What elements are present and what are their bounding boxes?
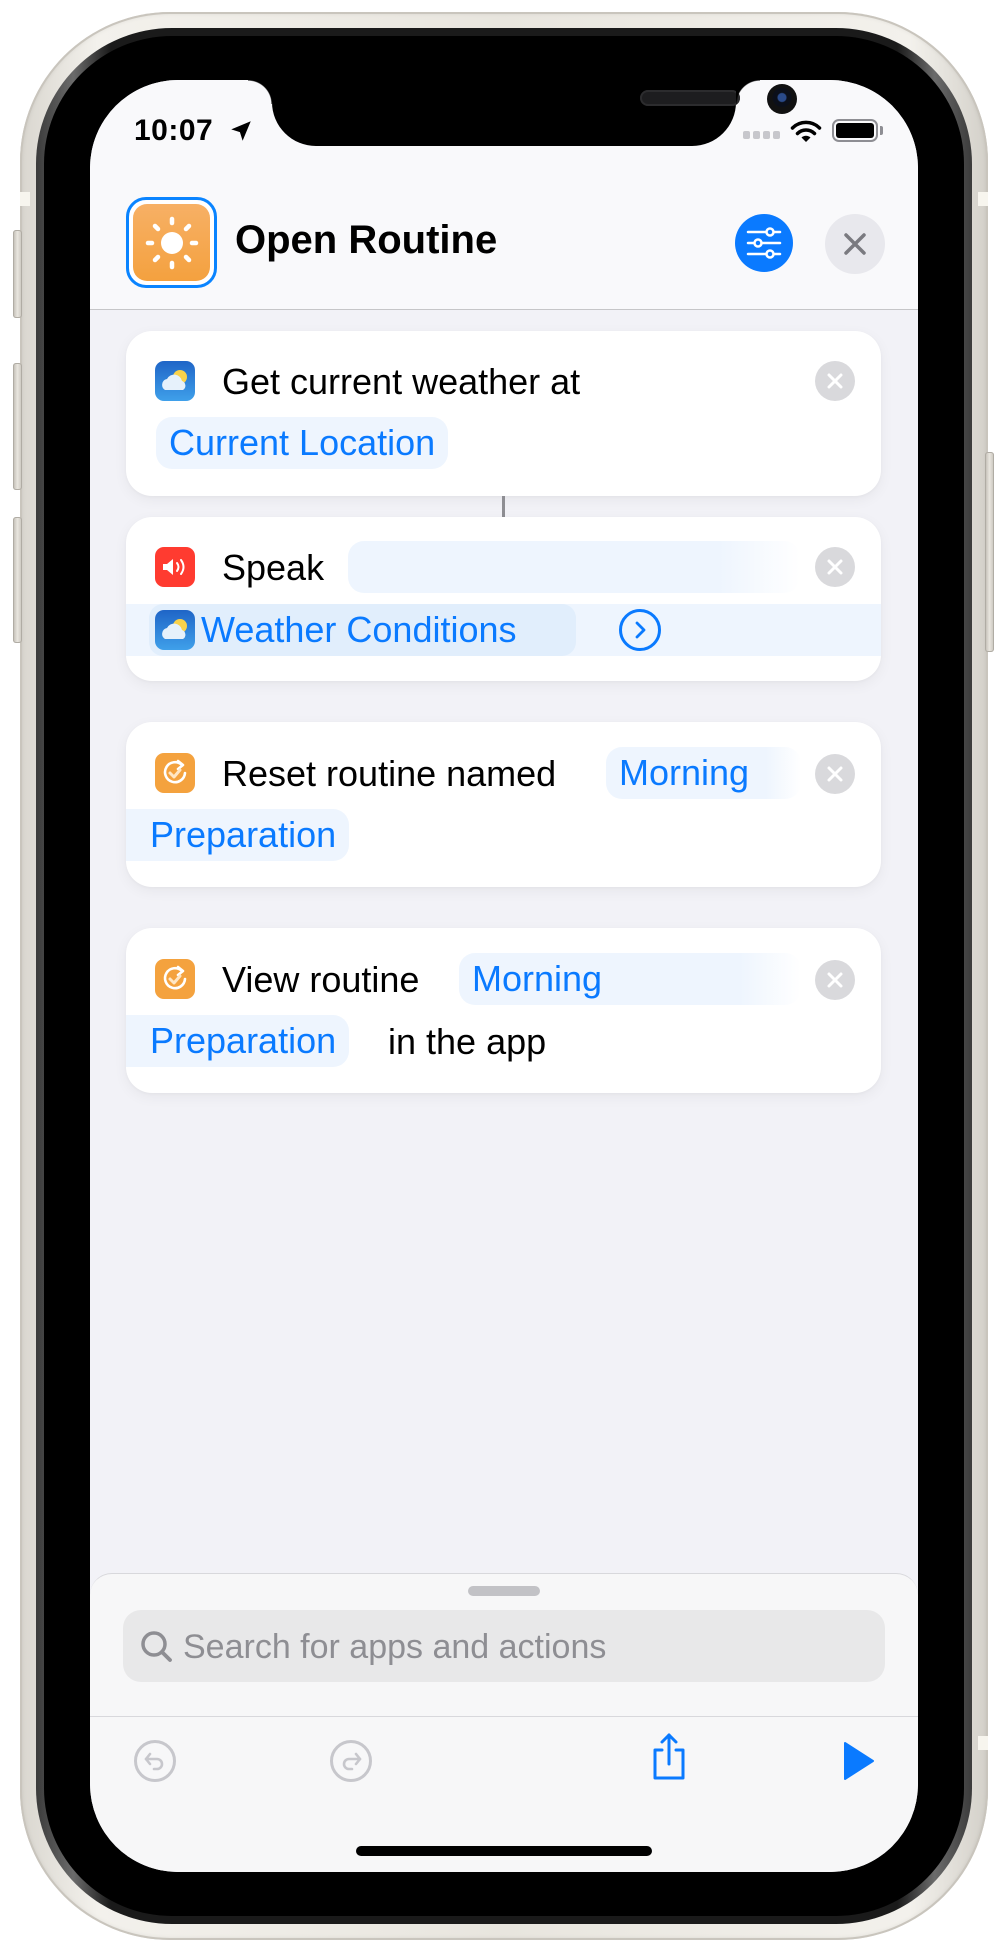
parameter-current-location[interactable]: Current Location xyxy=(156,417,449,469)
parameter-routine-name[interactable]: Morning xyxy=(459,953,801,1005)
undo-button[interactable] xyxy=(128,1734,182,1788)
close-icon xyxy=(844,233,866,255)
search-input[interactable]: Search for apps and actions xyxy=(123,1610,885,1682)
sliders-icon xyxy=(746,227,782,259)
redo-icon xyxy=(330,1740,372,1782)
antenna-band xyxy=(978,1736,988,1750)
battery-icon xyxy=(832,119,878,142)
parameter-routine-name-cont[interactable]: Preparation xyxy=(126,809,350,861)
action-text: Reset routine named xyxy=(222,753,557,794)
clear-icon xyxy=(827,373,843,389)
speaker-icon xyxy=(155,547,195,587)
redo-button[interactable] xyxy=(324,1734,378,1788)
side-power-button xyxy=(985,452,994,652)
undo-icon xyxy=(134,1740,176,1782)
speak-text-line: Weather Conditions xyxy=(126,604,881,656)
action-search-sheet: Search for apps and actions xyxy=(90,1573,918,1872)
settings-button[interactable] xyxy=(735,214,793,272)
parameter-routine-name-cont[interactable]: Preparation xyxy=(126,1015,350,1067)
action-card-get-weather[interactable]: Get current weather at Current Location xyxy=(126,331,881,496)
share-icon xyxy=(653,1733,685,1780)
shortcut-title[interactable]: Open Routine xyxy=(235,218,497,263)
close-button[interactable] xyxy=(825,214,885,274)
clear-icon xyxy=(827,766,843,782)
weather-icon xyxy=(155,610,195,650)
volume-up-button xyxy=(13,363,22,490)
run-button[interactable] xyxy=(832,1734,886,1788)
chevron-right-circle-icon xyxy=(635,621,646,639)
routine-icon xyxy=(155,959,195,999)
action-text: Speak xyxy=(222,547,325,588)
speak-text-field[interactable] xyxy=(348,541,800,593)
front-camera xyxy=(767,84,797,114)
action-text: View routine xyxy=(222,959,420,1000)
clear-button[interactable] xyxy=(815,960,855,1000)
location-arrow-icon xyxy=(231,121,251,141)
toolbar-divider xyxy=(90,1716,918,1717)
action-card-view-routine[interactable]: View routine Morning Preparation in the … xyxy=(126,928,881,1093)
cellular-signal-icon xyxy=(743,131,780,139)
clear-button[interactable] xyxy=(815,547,855,587)
earpiece-speaker xyxy=(640,90,740,106)
notch xyxy=(248,80,797,146)
action-text: Get current weather at xyxy=(222,361,581,402)
action-connector xyxy=(502,496,505,517)
sheet-grabber[interactable] xyxy=(468,1586,540,1596)
antenna-band xyxy=(978,192,988,206)
routine-icon xyxy=(155,753,195,793)
sun-icon xyxy=(133,204,210,281)
search-icon xyxy=(141,1631,172,1662)
action-card-speak[interactable]: Speak Weather Conditions xyxy=(126,517,881,681)
action-text-after: in the app xyxy=(388,1021,547,1062)
parameter-routine-name[interactable]: Morning xyxy=(606,747,801,799)
volume-down-button xyxy=(13,517,22,643)
status-time: 10:07 xyxy=(134,114,214,147)
clear-icon xyxy=(827,972,843,988)
mute-switch xyxy=(13,230,22,318)
action-card-reset-routine[interactable]: Reset routine named Morning Preparation xyxy=(126,722,881,887)
antenna-band xyxy=(20,192,30,206)
screen: 10:07 Open Routine Get current weather a… xyxy=(90,80,918,1872)
clear-icon xyxy=(827,559,843,575)
expand-button[interactable] xyxy=(619,609,661,651)
weather-icon xyxy=(155,361,195,401)
wifi-icon xyxy=(790,120,822,142)
clear-button[interactable] xyxy=(815,361,855,401)
shortcut-icon-button[interactable] xyxy=(126,197,217,288)
share-button[interactable] xyxy=(642,1724,696,1790)
variable-weather-conditions[interactable]: Weather Conditions xyxy=(149,604,576,656)
variable-label: Weather Conditions xyxy=(201,609,517,650)
clear-button[interactable] xyxy=(815,754,855,794)
battery-cap xyxy=(880,126,883,135)
play-icon xyxy=(844,1742,874,1780)
search-placeholder: Search for apps and actions xyxy=(183,1628,607,1666)
home-indicator[interactable] xyxy=(356,1846,652,1856)
